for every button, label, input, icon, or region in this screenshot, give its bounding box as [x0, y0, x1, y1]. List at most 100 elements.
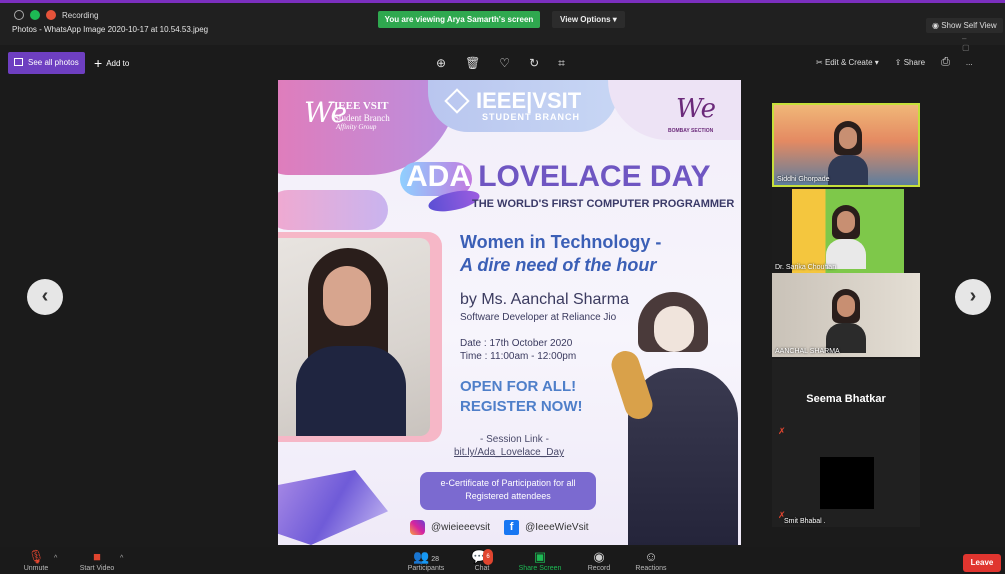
plus-icon: +: [94, 55, 103, 71]
wie-bombay-tag: BOMBAY SECTION: [668, 128, 714, 134]
reactions-button[interactable]: ☺ Reactions: [630, 549, 672, 572]
view-options-button[interactable]: View Options ▾: [552, 11, 625, 28]
video-tile[interactable]: Dr. Sarika Chouhan: [772, 189, 920, 273]
poster-image: We IEEE VSIT Student Branch Affinity Gro…: [278, 80, 741, 545]
video-off-icon: ■: [93, 549, 101, 564]
video-tile[interactable]: AANCHAL SHARMA: [772, 273, 920, 357]
participant-gallery: Siddhi Ghorpade Dr. Sarika Chouhan AANCH…: [766, 99, 936, 531]
photos-toolbar: See all photos + Add to ⊕ 🗑 ♡ ↻ ⌗ ✂ Edit …: [0, 48, 1005, 78]
meeting-status-icons: Recording: [14, 10, 98, 20]
previous-photo-button[interactable]: ‹: [27, 279, 63, 315]
crop-icon[interactable]: ⌗: [558, 56, 565, 71]
edit-create-button[interactable]: ✂ Edit & Create ▾: [816, 58, 879, 67]
chat-button[interactable]: 💬6 Chat: [466, 549, 498, 572]
record-button[interactable]: ◉ Record: [582, 549, 616, 572]
next-photo-button[interactable]: ›: [955, 279, 991, 315]
wie-bombay-mark: We: [676, 94, 716, 124]
decorative-prism: [278, 470, 388, 545]
share-button[interactable]: ⇪ Share: [895, 58, 925, 67]
participant-video: [826, 205, 866, 269]
speaker-name: by Ms. Aanchal Sharma: [460, 291, 629, 308]
chevron-up-icon[interactable]: ^: [120, 555, 123, 562]
participants-icon: 👥 28: [413, 549, 439, 564]
add-to-button[interactable]: + Add to: [94, 52, 129, 75]
share-screen-button[interactable]: ▣ Share Screen: [512, 549, 568, 572]
start-video-label: Start Video: [79, 565, 115, 572]
rotate-icon[interactable]: ↻: [529, 56, 539, 71]
shield-icon[interactable]: [30, 10, 40, 20]
speaker-photo: [278, 238, 430, 436]
show-self-view-button[interactable]: ◉ Show Self View: [926, 18, 1003, 33]
muted-mic-icon: ✗: [778, 426, 786, 436]
photos-icon: [14, 58, 23, 66]
poster-subtitle: THE WORLD'S FIRST COMPUTER PROGRAMMER: [472, 198, 735, 210]
wie-logo-line2: Student Branch: [334, 113, 390, 123]
title-rest: LOVELACE DAY: [478, 160, 711, 193]
participant-name: AANCHAL SHARMA: [775, 348, 840, 355]
chat-label: Chat: [474, 565, 490, 572]
wie-logo-line3: Affinity Group: [336, 123, 377, 131]
show-self-view-label: Show Self View: [941, 21, 997, 30]
participants-button[interactable]: 👥 28 Participants: [402, 549, 450, 572]
add-to-label: Add to: [106, 59, 130, 68]
wie-vsit-logo: We IEEE VSIT Student Branch Affinity Gro…: [292, 90, 412, 150]
event-time: Time : 11:00am - 12:00pm: [460, 351, 577, 362]
leave-button[interactable]: Leave: [963, 554, 1001, 572]
see-all-photos-button[interactable]: See all photos: [8, 52, 85, 74]
delete-icon[interactable]: 🗑: [465, 56, 480, 71]
view-options-label: View Options: [560, 15, 611, 24]
cta-register: REGISTER NOW!: [460, 398, 583, 415]
title-ada: ADA: [406, 160, 470, 193]
eye-icon: ◉: [932, 21, 939, 30]
record-label: Record: [587, 565, 611, 572]
share-screen-label: Share Screen: [518, 565, 562, 572]
share-screen-icon: ▣: [533, 549, 547, 564]
chevron-up-icon[interactable]: ^: [54, 555, 57, 562]
recording-label: Recording: [62, 10, 99, 20]
certificate-box: e-Certificate of Participation for all R…: [420, 472, 596, 510]
speaker-role: Software Developer at Reliance Jio: [460, 312, 617, 323]
title-bar: Recording Photos - WhatsApp Image 2020-1…: [0, 3, 1005, 52]
print-icon[interactable]: ⎙: [941, 56, 950, 69]
photo-tools: ⊕ 🗑 ♡ ↻ ⌗: [436, 56, 565, 71]
headline-line2: A dire need of the hour: [460, 255, 657, 275]
event-date: Date : 17th October 2020: [460, 338, 573, 349]
face: [837, 295, 855, 317]
chat-badge: 6: [483, 549, 493, 565]
video-tile[interactable]: Siddhi Ghorpade: [772, 103, 920, 187]
ada-lovelace-portrait: [607, 280, 741, 545]
facebook-handle: @IeeeWieVsit: [525, 522, 589, 533]
favorite-icon[interactable]: ♡: [499, 56, 510, 71]
video-tile[interactable]: Seema Bhatkar ✗: [772, 359, 920, 443]
face: [839, 127, 857, 149]
decorative-blob: [278, 190, 388, 230]
photo-right-tools: ✂ Edit & Create ▾ ⇪ Share ⎙ ...: [816, 56, 973, 69]
participants-count: 28: [431, 556, 439, 563]
chevron-down-icon: ▾: [874, 58, 879, 67]
unmute-label: Unmute: [23, 565, 49, 572]
start-video-button[interactable]: ■ Start Video: [72, 549, 122, 572]
participant-name: Siddhi Ghorpade: [777, 176, 830, 183]
ieee-logo-text: IEEE|VSIT: [476, 88, 582, 113]
zoom-in-icon[interactable]: ⊕: [436, 56, 446, 71]
unmute-button[interactable]: 🎙 Unmute: [18, 549, 54, 572]
more-options-button[interactable]: ...: [966, 58, 973, 67]
share-label: Share: [903, 58, 926, 67]
record-icon: ◉: [593, 549, 605, 564]
social-handles: @wieieeevsit f @IeeeWieVsit: [410, 520, 589, 535]
share-icon: ⇪: [894, 58, 902, 67]
recording-icon: [46, 10, 56, 20]
headline-line1: Women in Technology -: [460, 232, 662, 252]
participant-video: [828, 121, 868, 185]
chat-icon: 💬6: [466, 549, 498, 565]
speaker-body: [296, 346, 406, 436]
video-tile[interactable]: ✗ Smit Bhabal .: [772, 443, 920, 527]
participant-name: Seema Bhatkar: [806, 393, 886, 405]
chevron-down-icon: ▾: [612, 15, 617, 24]
mic-muted-icon: 🎙: [27, 549, 45, 564]
participant-video: [826, 289, 866, 353]
info-icon[interactable]: [14, 10, 24, 20]
portrait-face: [654, 306, 694, 352]
chevron-left-icon: ‹: [41, 285, 49, 307]
window-title: Photos - WhatsApp Image 2020-10-17 at 10…: [12, 25, 209, 34]
